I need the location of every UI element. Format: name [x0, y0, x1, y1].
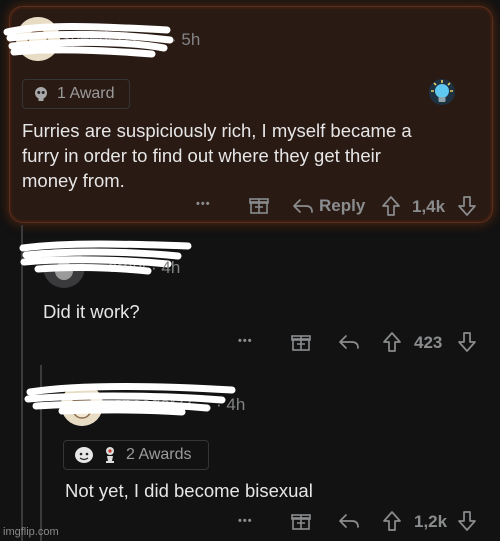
- comment-body: Did it work?: [43, 301, 140, 322]
- downvote-icon[interactable]: [457, 510, 477, 532]
- comment-body: Furries are suspiciously rich, I myself …: [22, 118, 482, 193]
- award-chip[interactable]: 2 Awards: [63, 440, 209, 470]
- trophy-award-icon: [102, 446, 118, 464]
- reply-button[interactable]: Reply: [292, 196, 365, 216]
- downvote-icon[interactable]: [457, 195, 477, 217]
- reply-arrow-icon[interactable]: [338, 512, 360, 530]
- upvote-icon[interactable]: [382, 331, 402, 353]
- more-options-button[interactable]: •••: [196, 198, 211, 210]
- comment-time: · 4h: [151, 258, 181, 277]
- upvote-icon[interactable]: [382, 510, 402, 532]
- comment-time: · 5h: [171, 30, 201, 49]
- gift-icon[interactable]: [249, 195, 269, 215]
- gift-icon[interactable]: [291, 511, 311, 531]
- reply-arrow-icon[interactable]: [338, 333, 360, 351]
- more-options-button[interactable]: •••: [238, 335, 253, 347]
- reply-arrow-icon: [292, 197, 314, 215]
- gift-icon[interactable]: [291, 332, 311, 352]
- vote-count: 423: [414, 333, 443, 352]
- award-label: 2 Awards: [126, 446, 192, 463]
- reply-label: Reply: [319, 196, 366, 215]
- skull-award-icon: [33, 86, 49, 102]
- comment-body: Not yet, I did become bisexual: [65, 480, 313, 501]
- comment-body-line: furry in order to find out where they ge…: [22, 145, 381, 166]
- redaction-scribble: [3, 23, 174, 58]
- more-options-button[interactable]: •••: [238, 515, 253, 527]
- downvote-icon[interactable]: [457, 331, 477, 353]
- watermark: imgflip.com: [3, 526, 59, 538]
- vote-count: 1,4k: [412, 197, 446, 216]
- comment-time: · 4h: [216, 395, 246, 414]
- face-award-icon: [74, 446, 94, 464]
- upvote-icon[interactable]: [381, 195, 401, 217]
- vote-count: 1,2k: [414, 512, 448, 531]
- comment-body-line: Furries are suspiciously rich, I myself …: [22, 120, 412, 141]
- comment-body-line: money from.: [22, 170, 125, 191]
- award-chip[interactable]: 1 Award: [22, 79, 130, 109]
- redaction-scribble: [24, 383, 236, 416]
- award-label: 1 Award: [57, 85, 115, 102]
- lightbulb-icon: [426, 78, 458, 110]
